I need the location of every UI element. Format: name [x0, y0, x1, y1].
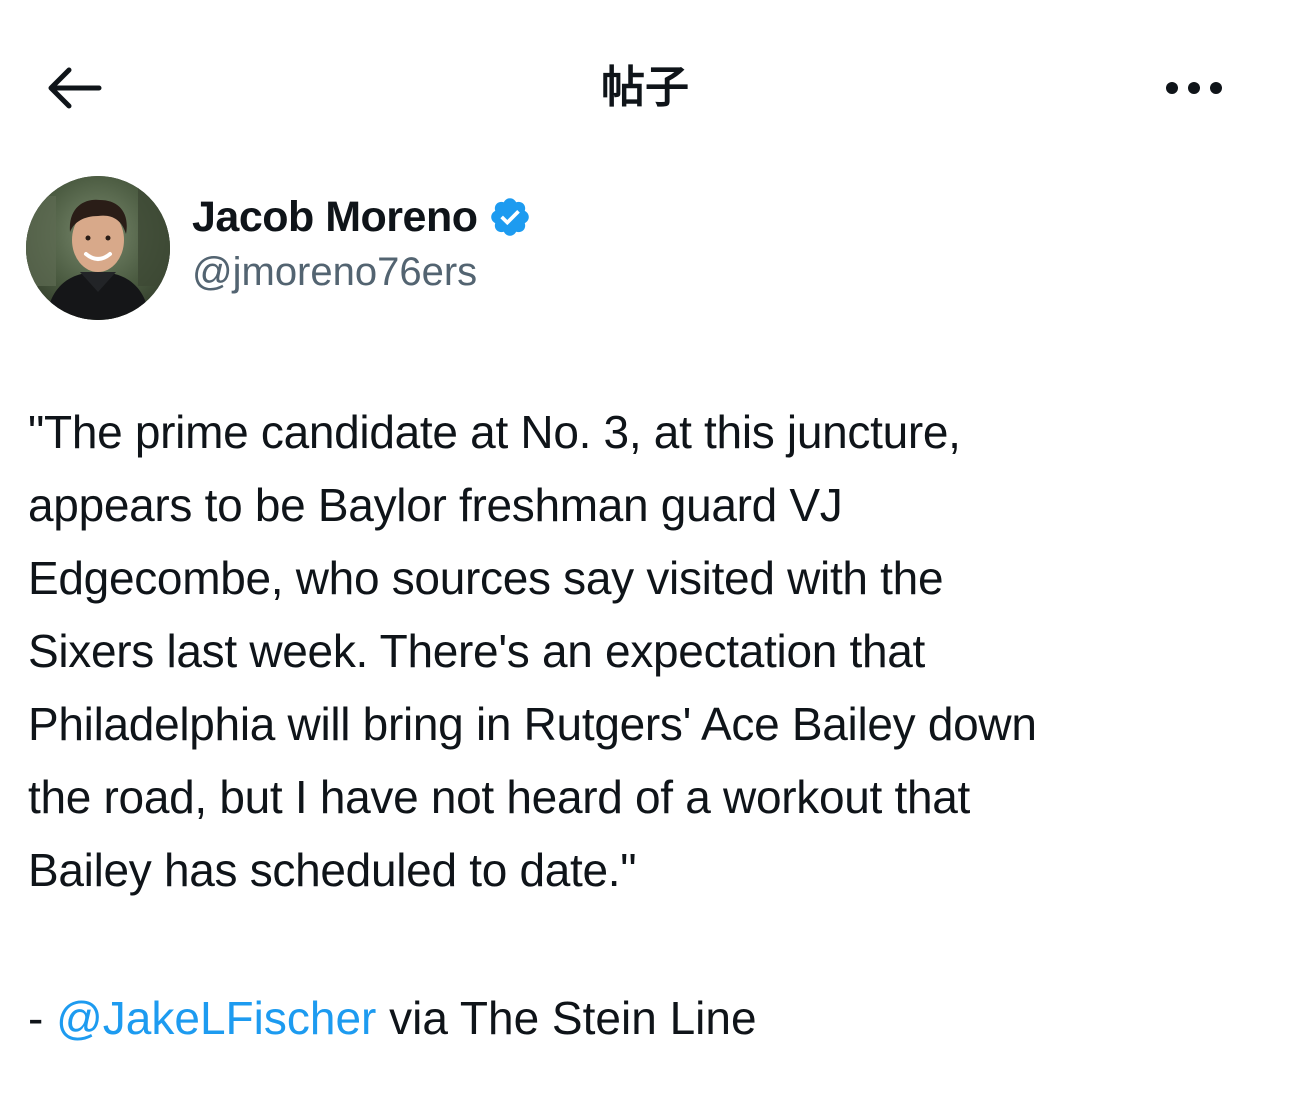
tweet-line: Sixers last week. There's an expectation…: [28, 625, 926, 677]
tweet-author: Jacob Moreno @jmoreno76ers: [26, 176, 1256, 322]
attribution-prefix: -: [28, 992, 57, 1044]
tweet-line: the road, but I have not heard of a work…: [28, 771, 971, 823]
tweet-line: Philadelphia will bring in Rutgers' Ace …: [28, 698, 1037, 750]
tweet-line: Edgecombe, who sources say visited with …: [28, 552, 944, 604]
avatar[interactable]: [26, 176, 170, 320]
more-options-button[interactable]: [1152, 60, 1236, 116]
tweet-line: "The prime candidate at No. 3, at this j…: [28, 406, 961, 458]
tweet-line: Bailey has scheduled to date.": [28, 844, 637, 896]
tweet-text: "The prime candidate at No. 3, at this j…: [28, 396, 1248, 907]
page-title: 帖子: [601, 62, 689, 113]
tweet-line: appears to be Baylor freshman guard VJ: [28, 479, 843, 531]
avatar-image: [26, 176, 170, 320]
top-bar: 帖子: [0, 0, 1290, 180]
attribution-suffix: via The Stein Line: [376, 992, 757, 1044]
author-name-row: Jacob Moreno: [192, 188, 532, 246]
more-horizontal-icon: [1166, 82, 1222, 94]
author-name[interactable]: Jacob Moreno: [192, 193, 478, 242]
author-handle[interactable]: @jmoreno76ers: [192, 250, 477, 295]
verified-badge-icon: [490, 198, 529, 236]
tweet-attribution: - @JakeLFischer via The Stein Line: [28, 982, 757, 1055]
mention-link[interactable]: @JakeLFischer: [56, 992, 376, 1044]
